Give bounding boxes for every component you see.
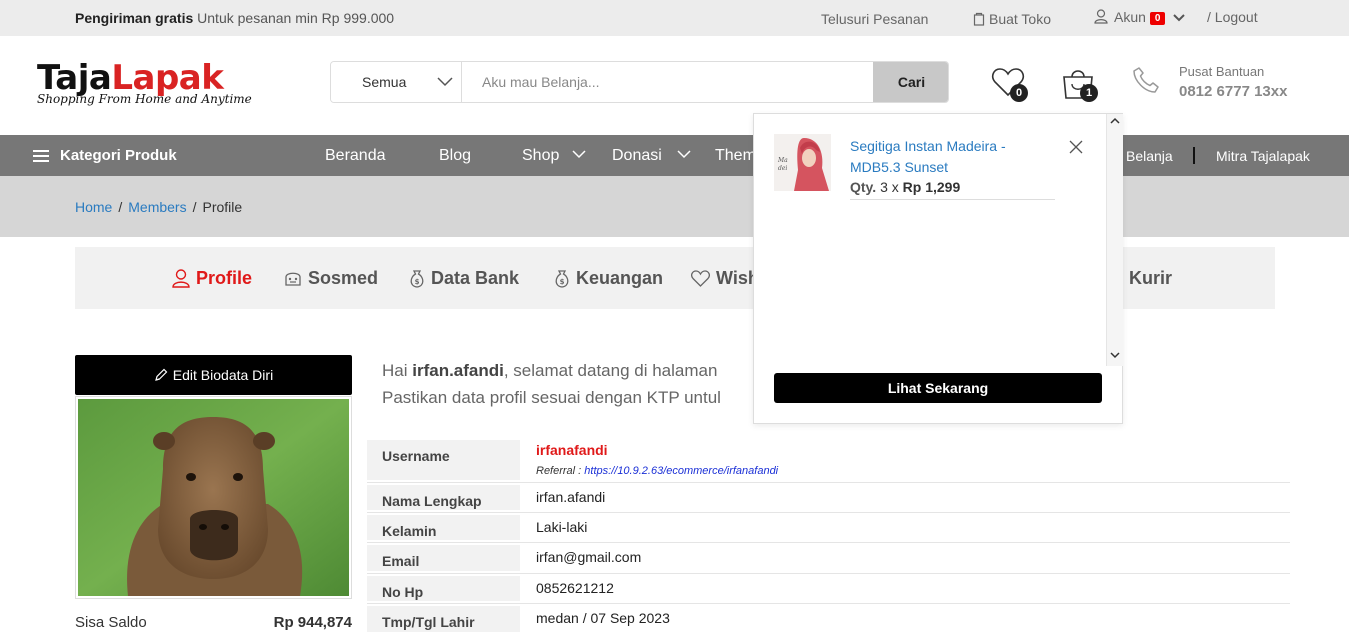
main-nav: Kategori Produk Beranda Blog Shop Donasi… [0, 135, 1349, 176]
account-menu[interactable]: Akun 0 [1094, 9, 1185, 25]
tab-wishlist[interactable]: Wish [691, 247, 759, 309]
user-icon [172, 268, 190, 288]
logo-tagline: Shopping From Home and Anytime [37, 92, 252, 106]
breadcrumb-home[interactable]: Home [75, 199, 112, 215]
svg-text:dei: dei [778, 165, 787, 172]
nav-item-blog[interactable]: Blog [439, 147, 471, 165]
breadcrumb-bar: Home / Members / Profile [0, 176, 1349, 237]
phone-icon [1133, 67, 1159, 93]
chevron-down-icon [572, 150, 586, 159]
chevron-up-icon[interactable] [1110, 117, 1120, 125]
top-bar: Pengiriman gratis Untuk pesanan min Rp 9… [0, 0, 1349, 36]
hamburger-icon [33, 149, 49, 162]
tab-keuangan[interactable]: $ Keuangan [554, 247, 663, 309]
nav-item-donasi[interactable]: Donasi [612, 147, 662, 165]
svg-text:Ma: Ma [777, 157, 788, 164]
welcome-message: Hai irfan.afandi, selamat datang di hala… [382, 361, 721, 407]
table-row: Nama Lengkap irfan.afandi [367, 483, 1290, 513]
referral-link[interactable]: https://10.9.2.63/ecommerce/irfanafandi [584, 465, 778, 477]
money-bag-icon: $ [555, 269, 569, 288]
chevron-down-icon[interactable] [1110, 351, 1120, 359]
search-category-select[interactable]: Semua [331, 62, 462, 102]
wishlist-button[interactable]: 0 [991, 67, 1028, 102]
cart-button[interactable]: 1 [1061, 66, 1098, 103]
table-row: Kelamin Laki-laki [367, 513, 1290, 543]
nav-item-mitra[interactable]: Mitra Tajalapak [1216, 148, 1310, 164]
cart-count: 1 [1080, 84, 1098, 102]
chevron-down-icon [677, 150, 691, 159]
open-store-link[interactable]: Buat Toko [973, 11, 1051, 27]
nav-divider [1193, 147, 1195, 164]
tab-kurir[interactable]: i Kurir [1119, 247, 1172, 309]
tab-sosmed[interactable]: Sosmed [284, 247, 378, 309]
balance-label: Sisa Saldo [75, 614, 147, 631]
username-value: irfanafandi [536, 442, 608, 458]
help-center[interactable]: Pusat Bantuan 0812 6777 13xx [1179, 64, 1287, 100]
search-input[interactable] [463, 62, 873, 102]
help-phone: 0812 6777 13xx [1179, 83, 1288, 100]
category-menu-button[interactable]: Kategori Produk [33, 135, 177, 176]
svg-text:$: $ [415, 278, 420, 286]
search-bar: Semua Cari [330, 61, 949, 103]
pencil-icon [154, 368, 168, 381]
balance-value: Rp 944,874 [273, 614, 352, 631]
nav-item-belanja[interactable]: Belanja [1126, 148, 1173, 164]
nav-item-beranda[interactable]: Beranda [325, 147, 386, 165]
profile-table: Username irfanafandi Referral : https://… [367, 438, 1290, 634]
chevron-down-icon [1173, 14, 1185, 22]
balance-summary: Sisa Saldo Rp 944,874 [75, 614, 352, 631]
store-icon [973, 12, 985, 26]
nav-item-shop[interactable]: Shop [522, 147, 559, 165]
mini-cart-dropdown: Ma dei Segitiga Instan Madeira - MDB5.3 … [753, 113, 1123, 424]
cart-item-thumbnail[interactable]: Ma dei [774, 134, 831, 191]
profile-photo [75, 396, 352, 599]
nav-item-theme[interactable]: Them [715, 147, 756, 165]
breadcrumb: Home / Members / Profile [75, 199, 243, 215]
breadcrumb-members[interactable]: Members [128, 199, 186, 215]
breadcrumb-current: Profile [202, 199, 243, 215]
svg-text:$: $ [560, 278, 565, 286]
track-order-link[interactable]: Telusuri Pesanan [821, 11, 928, 27]
close-icon[interactable] [1068, 139, 1084, 155]
social-icon [285, 272, 301, 286]
user-icon [1094, 9, 1108, 24]
table-row: Username irfanafandi Referral : https://… [367, 438, 1290, 483]
table-row: No Hp 0852621212 [367, 574, 1290, 604]
account-badge: 0 [1149, 12, 1166, 25]
tab-data-bank[interactable]: $ Data Bank [409, 247, 519, 309]
edit-profile-button[interactable]: Edit Biodata Diri [75, 355, 352, 395]
chevron-down-icon [437, 77, 453, 87]
view-cart-button[interactable]: Lihat Sekarang [774, 373, 1102, 403]
referral-line: Referral : https://10.9.2.63/ecommerce/i… [536, 465, 779, 477]
free-shipping-promo: Pengiriman gratis Untuk pesanan min Rp 9… [75, 10, 395, 26]
wishlist-count: 0 [1010, 84, 1028, 102]
site-logo[interactable]: TajaLapak Shopping From Home and Anytime [37, 60, 252, 106]
heart-icon [691, 269, 710, 287]
table-row: Email irfan@gmail.com [367, 543, 1290, 574]
search-button[interactable]: Cari [873, 62, 948, 102]
cart-item-qty: Qty. 3 x Rp 1,299 [850, 179, 1055, 200]
cart-scrollbar[interactable] [1106, 114, 1123, 366]
cart-item-name[interactable]: Segitiga Instan Madeira - MDB5.3 Sunset [850, 136, 1040, 178]
table-row: Tmp/Tgl Lahir medan / 07 Sep 2023 [367, 604, 1290, 634]
tab-profile[interactable]: Profile [172, 247, 252, 309]
money-bag-icon: $ [410, 269, 424, 288]
row-label: Username [367, 440, 520, 480]
logout-link[interactable]: / Logout [1207, 9, 1258, 25]
